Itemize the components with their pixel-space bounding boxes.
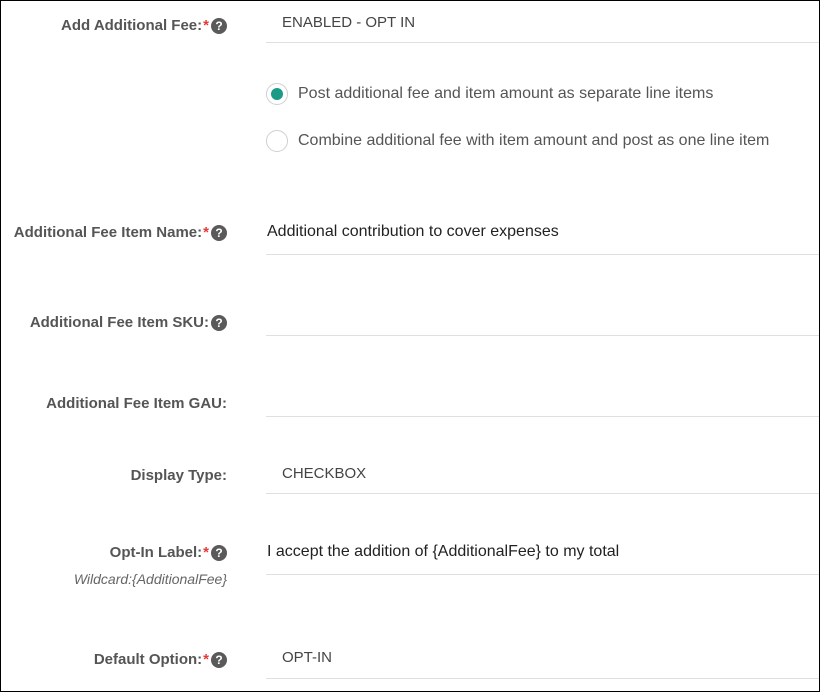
opt-in-label-value: I accept the addition of {AdditionalFee}… (267, 543, 620, 560)
help-icon[interactable]: ? (211, 314, 227, 331)
opt-in-label-text: Opt-In Label: (109, 544, 203, 561)
item-name-value: Additional contribution to cover expense… (267, 223, 559, 240)
required-asterisk: * (203, 544, 209, 561)
radio-separate-line-items[interactable]: Post additional fee and item amount as s… (266, 83, 713, 105)
item-name-input[interactable]: Additional contribution to cover expense… (266, 214, 819, 255)
display-type-label-text: Display Type: (130, 467, 227, 484)
help-icon[interactable]: ? (211, 17, 227, 34)
item-gau-input[interactable] (266, 376, 819, 417)
required-asterisk: * (203, 224, 209, 241)
item-gau-label-text: Additional Fee Item GAU: (46, 395, 227, 412)
radio-separate-label: Post additional fee and item amount as s… (298, 85, 714, 102)
default-option-label: Default Option: * ? (94, 651, 227, 668)
help-icon[interactable]: ? (211, 544, 227, 561)
default-option-value: OPT-IN (282, 649, 333, 666)
required-asterisk: * (203, 17, 209, 34)
opt-in-label-input[interactable]: I accept the addition of {AdditionalFee}… (266, 534, 819, 575)
radio-button[interactable] (266, 130, 288, 152)
wildcard-hint: Wildcard:{AdditionalFee} (73, 571, 227, 587)
radio-selected-dot (271, 88, 283, 100)
item-sku-input[interactable] (266, 295, 819, 336)
display-type-select[interactable]: CHECKBOX (266, 453, 819, 494)
add-fee-value: ENABLED - OPT IN (282, 14, 416, 31)
fee-settings-form: Add Additional Fee: * ? ENABLED - OPT IN… (0, 0, 820, 692)
item-name-label: Additional Fee Item Name: * ? (14, 224, 227, 241)
help-icon[interactable]: ? (211, 224, 227, 241)
radio-combine-label: Combine additional fee with item amount … (298, 132, 770, 149)
help-icon[interactable]: ? (211, 651, 227, 668)
default-option-select[interactable]: OPT-IN (266, 638, 819, 679)
required-asterisk: * (203, 651, 209, 668)
default-option-label-text: Default Option: (93, 651, 203, 668)
add-fee-select[interactable]: ENABLED - OPT IN (266, 1, 819, 43)
item-gau-label: Additional Fee Item GAU: (46, 395, 227, 412)
radio-button[interactable] (266, 83, 288, 105)
add-fee-label-text: Add Additional Fee: (61, 17, 203, 34)
radio-combine-line-item[interactable]: Combine additional fee with item amount … (266, 130, 769, 152)
item-sku-label-text: Additional Fee Item SKU: (29, 314, 209, 331)
add-fee-label: Add Additional Fee: * ? (61, 17, 227, 34)
opt-in-label-label: Opt-In Label: * ? (110, 544, 227, 561)
display-type-label: Display Type: (131, 467, 227, 484)
display-type-value: CHECKBOX (282, 465, 367, 482)
item-sku-label: Additional Fee Item SKU: ? (30, 314, 227, 331)
item-name-label-text: Additional Fee Item Name: (13, 224, 203, 241)
